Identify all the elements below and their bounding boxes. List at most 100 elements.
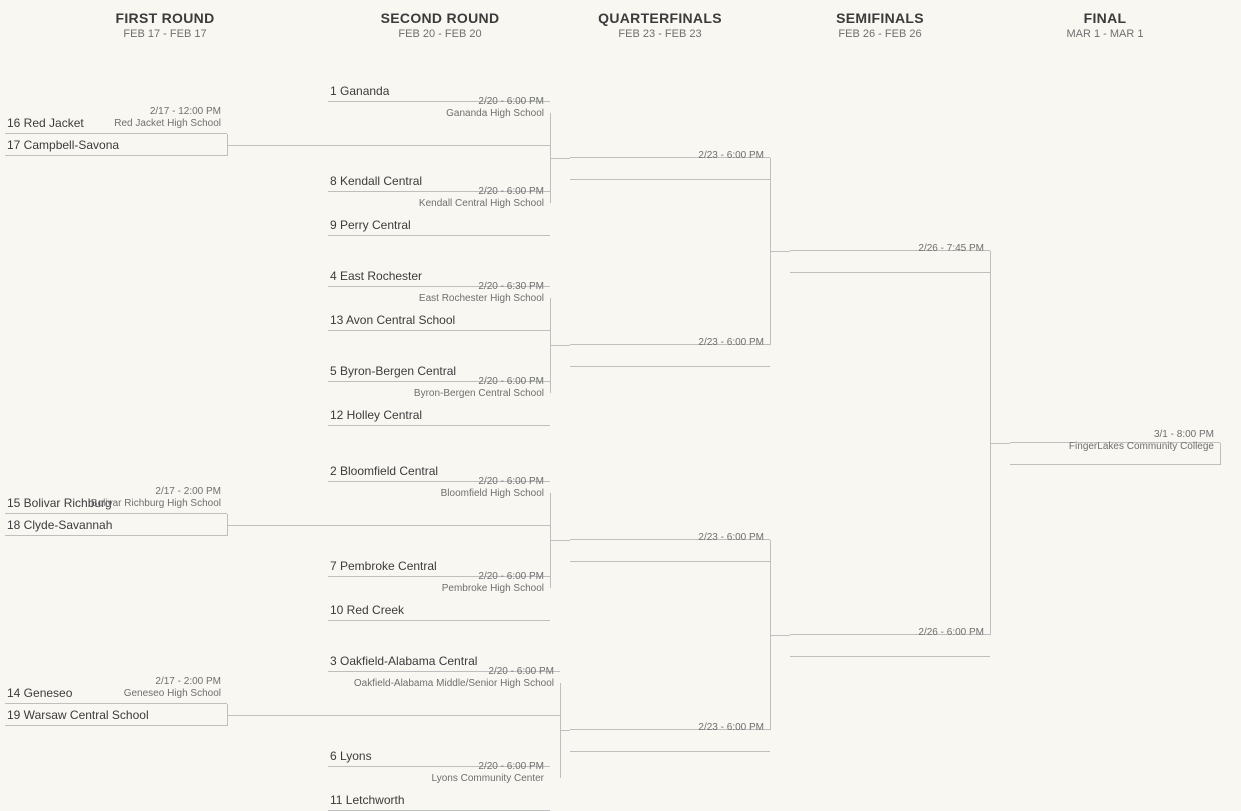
r2-match-1: 1 Gananda 2/20 - 6:00 PM Gananda High Sc… [328,80,550,146]
match-time: 2/20 - 6:30 PM [478,281,544,292]
team-row: 13 Avon Central School [328,309,550,331]
match-info: 2/17 - 12:00 PM Red Jacket High School [114,106,221,130]
match-info: 2/20 - 6:00 PM Kendall Central High Scho… [419,186,544,210]
bracket-line [770,251,790,252]
match-time: 2/23 - 6:00 PM [698,532,764,543]
match-time: 2/20 - 6:00 PM [478,571,544,582]
match-location: Red Jacket High School [114,118,221,130]
bracket-line [550,158,570,159]
match-info: 2/23 - 6:00 PM [698,532,764,544]
match-info: 2/20 - 6:00 PM Pembroke High School [442,571,544,595]
match-time: 2/23 - 6:00 PM [698,337,764,348]
team-row: 12 Holley Central [328,404,550,426]
round-headers: FIRST ROUND FEB 17 - FEB 17 SECOND ROUND… [0,10,1241,50]
round-title: QUARTERFINALS [598,10,722,26]
match-location: Pembroke High School [442,583,544,595]
match-time: 2/17 - 2:00 PM [155,676,221,687]
r2-match-3: 4 East Rochester 13 Avon Central School … [328,265,550,331]
match-time: 2/20 - 6:00 PM [478,186,544,197]
round-title: FIRST ROUND [116,10,215,26]
match-time: 2/23 - 6:00 PM [698,722,764,733]
bracket-line [227,715,328,716]
round-title: FINAL [1066,10,1143,26]
match-location: FingerLakes Community College [1069,441,1214,453]
r1-match-3: 14 Geneseo 19 Warsaw Central School 2/17… [5,682,227,726]
r2-match-6: 7 Pembroke Central 10 Red Creek 2/20 - 6… [328,555,550,621]
match-location: Bloomfield High School [441,488,544,500]
qf-match-2: 2/23 - 6:00 PM [570,323,770,367]
round-dates: FEB 17 - FEB 17 [116,28,215,40]
bracket-line [1220,443,1221,465]
bracket-line [227,525,328,526]
match-info: 2/23 - 6:00 PM [698,150,764,162]
bracket-line [227,145,328,146]
match-location: Geneseo High School [124,688,221,700]
round-header-second: SECOND ROUND FEB 20 - FEB 20 [381,10,500,40]
match-info: 2/20 - 6:30 PM East Rochester High Schoo… [419,281,544,305]
match-location: Oakfield-Alabama Middle/Senior High Scho… [354,678,554,690]
round-header-final: FINAL MAR 1 - MAR 1 [1066,10,1143,40]
bracket-line [550,345,570,346]
match-info: 2/20 - 6:00 PM Gananda High School [446,96,544,120]
match-time: 2/23 - 6:00 PM [698,150,764,161]
round-header-quarter: QUARTERFINALS FEB 23 - FEB 23 [598,10,722,40]
r1-match-2: 15 Bolivar Richburg 18 Clyde-Savannah 2/… [5,492,227,536]
r2-match-5: 2 Bloomfield Central 2/20 - 6:00 PM Bloo… [328,460,550,526]
r2-match-4: 5 Byron-Bergen Central 12 Holley Central… [328,360,550,426]
sf-match-2: 2/26 - 6:00 PM [790,613,990,657]
match-info: 2/17 - 2:00 PM Bolivar Richburg High Sch… [91,486,221,510]
match-info: 2/20 - 6:00 PM Lyons Community Center [432,761,544,785]
match-location: Byron-Bergen Central School [414,388,544,400]
round-header-semi: SEMIFINALS FEB 26 - FEB 26 [836,10,924,40]
round-dates: MAR 1 - MAR 1 [1066,28,1143,40]
r1-match-1: 16 Red Jacket 17 Campbell-Savona 2/17 - … [5,112,227,156]
bracket-line [770,635,790,636]
match-info: 2/20 - 6:00 PM Bloomfield High School [441,476,544,500]
final-match: 3/1 - 8:00 PM FingerLakes Community Coll… [1010,421,1220,465]
round-dates: FEB 26 - FEB 26 [836,28,924,40]
round-title: SECOND ROUND [381,10,500,26]
match-info: 2/26 - 7:45 PM [918,243,984,255]
match-info: 2/20 - 6:00 PM Byron-Bergen Central Scho… [414,376,544,400]
qf-match-4: 2/23 - 6:00 PM [570,708,770,752]
qf-match-1: 2/23 - 6:00 PM [570,136,770,180]
match-time: 3/1 - 8:00 PM [1154,429,1214,440]
match-time: 2/17 - 2:00 PM [155,486,221,497]
r2-match-8: 6 Lyons 11 Letchworth 2/20 - 6:00 PM Lyo… [328,745,550,811]
r2-match-2: 8 Kendall Central 9 Perry Central 2/20 -… [328,170,550,236]
bracket-line [550,540,570,541]
round-header-first: FIRST ROUND FEB 17 - FEB 17 [116,10,215,40]
match-location: Gananda High School [446,108,544,120]
match-time: 2/26 - 6:00 PM [918,627,984,638]
match-time: 2/26 - 7:45 PM [918,243,984,254]
match-location: Bolivar Richburg High School [91,498,221,510]
match-info: 2/17 - 2:00 PM Geneseo High School [124,676,221,700]
match-info: 2/26 - 6:00 PM [918,627,984,639]
sf-match-1: 2/26 - 7:45 PM [790,229,990,273]
team-row: 10 Red Creek [328,599,550,621]
match-location: East Rochester High School [419,293,544,305]
match-info: 2/23 - 6:00 PM [698,722,764,734]
round-dates: FEB 20 - FEB 20 [381,28,500,40]
team-row [328,694,560,716]
match-time: 2/20 - 6:00 PM [478,476,544,487]
team-row: 19 Warsaw Central School [5,704,227,726]
match-location: Kendall Central High School [419,198,544,210]
team-row [328,504,550,526]
bracket-arena: 16 Red Jacket 17 Campbell-Savona 2/17 - … [0,50,1241,808]
match-time: 2/20 - 6:00 PM [488,666,554,677]
team-row: 18 Clyde-Savannah [5,514,227,536]
round-title: SEMIFINALS [836,10,924,26]
match-time: 2/20 - 6:00 PM [478,96,544,107]
match-time: 2/17 - 12:00 PM [150,106,221,117]
team-row [328,124,550,146]
match-time: 2/20 - 6:00 PM [478,376,544,387]
match-info: 2/20 - 6:00 PM Oakfield-Alabama Middle/S… [354,666,554,690]
match-time: 2/20 - 6:00 PM [478,761,544,772]
bracket-line [560,730,570,731]
team-row: 9 Perry Central [328,214,550,236]
qf-match-3: 2/23 - 6:00 PM [570,518,770,562]
match-info: 3/1 - 8:00 PM FingerLakes Community Coll… [1069,429,1214,453]
team-row: 17 Campbell-Savona [5,134,227,156]
bracket-line [990,443,1010,444]
